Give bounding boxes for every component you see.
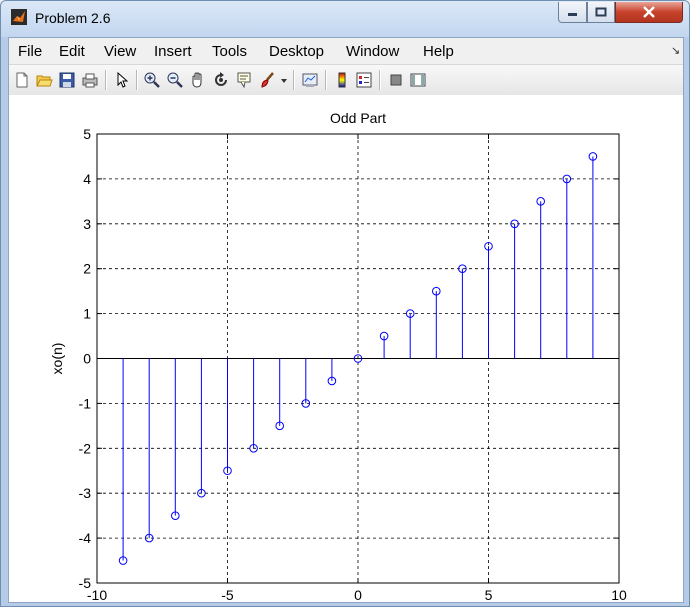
y-tick-label: -3 xyxy=(79,485,92,501)
chart-title: Odd Part xyxy=(330,110,386,126)
new-figure-icon[interactable] xyxy=(13,71,31,89)
y-tick-label: -2 xyxy=(79,440,92,456)
y-tick-label: -1 xyxy=(79,395,92,411)
print-icon[interactable] xyxy=(81,71,99,89)
pan-hand-icon[interactable] xyxy=(189,71,207,89)
menu-bar: File Edit View Insert Tools Desktop Wind… xyxy=(9,38,683,64)
y-axis-label: xo(n) xyxy=(49,343,65,375)
menu-dock-arrow-icon[interactable]: ↘ xyxy=(671,44,680,57)
window-title: Problem 2.6 xyxy=(35,10,111,26)
axis-ticks: -10 -5 0 5 10-5-4-3-2-1012345 xyxy=(79,126,627,603)
menu-edit[interactable]: Edit xyxy=(59,43,85,60)
legend-icon[interactable] xyxy=(355,71,373,89)
x-tick-label: -5 xyxy=(221,587,234,602)
maximize-button[interactable] xyxy=(587,2,615,23)
link-plot-icon[interactable] xyxy=(301,71,319,89)
x-tick-label: 0 xyxy=(354,587,362,602)
y-tick-label: 2 xyxy=(83,261,91,277)
title-bar[interactable]: Problem 2.6 xyxy=(1,1,689,37)
menu-help[interactable]: Help xyxy=(423,43,454,60)
minimize-button[interactable] xyxy=(558,2,587,23)
y-tick-label: -4 xyxy=(79,530,92,546)
zoom-out-icon[interactable] xyxy=(166,71,184,89)
brush-dropdown-icon[interactable] xyxy=(279,71,289,89)
colorbar-icon[interactable] xyxy=(333,71,351,89)
figure-client-area: File Edit View Insert Tools Desktop Wind… xyxy=(8,37,684,603)
figure-toolbar xyxy=(9,64,683,96)
edit-plot-arrow-icon[interactable] xyxy=(113,71,131,89)
matlab-logo-icon xyxy=(11,9,27,25)
zoom-in-icon[interactable] xyxy=(143,71,161,89)
stem-plot[interactable]: -10-50510-5-4-3-2-1012345 Odd Part n xo(… xyxy=(9,95,683,603)
toolbar-separator xyxy=(325,70,327,90)
figure-window: Problem 2.6 File Edit View Insert Tools … xyxy=(0,0,690,607)
y-tick-label: 1 xyxy=(83,306,91,322)
minimize-icon xyxy=(567,13,577,16)
toolbar-separator xyxy=(136,70,138,90)
close-button[interactable] xyxy=(615,2,683,23)
x-tick-label: 5 xyxy=(485,587,493,602)
maximize-icon xyxy=(595,7,607,17)
figure-canvas[interactable]: -10-50510-5-4-3-2-1012345 Odd Part n xo(… xyxy=(9,95,683,603)
rotate-3d-icon[interactable] xyxy=(212,71,230,89)
toolbar-separator xyxy=(293,70,295,90)
open-file-icon[interactable] xyxy=(35,71,53,89)
menu-window[interactable]: Window xyxy=(346,43,399,60)
close-icon xyxy=(643,6,655,18)
x-tick-label: 10 xyxy=(611,587,627,602)
data-cursor-icon[interactable] xyxy=(235,71,253,89)
menu-tools[interactable]: Tools xyxy=(212,43,247,60)
menu-insert[interactable]: Insert xyxy=(154,43,192,60)
y-tick-label: 0 xyxy=(83,351,91,367)
toolbar-separator xyxy=(105,70,107,90)
show-plot-tools-icon[interactable] xyxy=(409,71,427,89)
y-tick-label: 3 xyxy=(83,216,91,232)
y-tick-label: 4 xyxy=(83,171,91,187)
y-tick-label: -5 xyxy=(79,575,92,591)
menu-view[interactable]: View xyxy=(104,43,136,60)
save-icon[interactable] xyxy=(58,71,76,89)
menu-desktop[interactable]: Desktop xyxy=(269,43,324,60)
y-tick-label: 5 xyxy=(83,126,91,142)
hide-plot-tools-icon[interactable] xyxy=(387,71,405,89)
brush-icon[interactable] xyxy=(259,71,277,89)
menu-file[interactable]: File xyxy=(18,43,42,60)
toolbar-separator xyxy=(379,70,381,90)
